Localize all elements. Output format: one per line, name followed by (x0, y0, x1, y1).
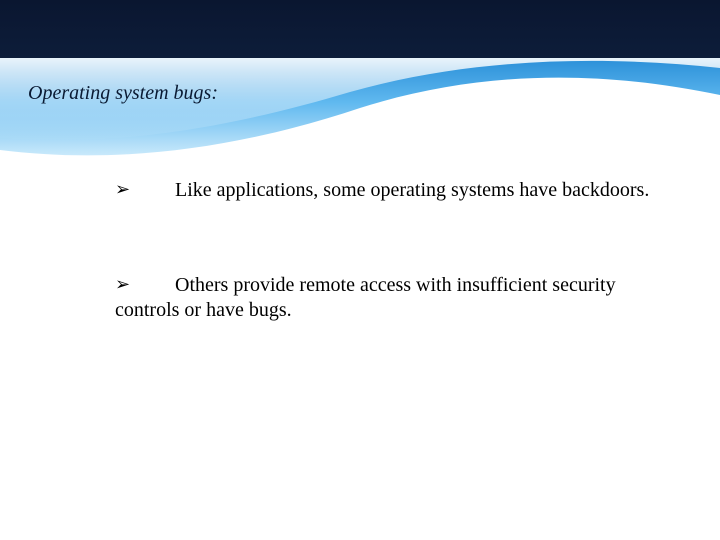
bullet-text: Like applications, some operating system… (175, 179, 649, 201)
bullet-item: ➢Like applications, some operating syste… (115, 178, 660, 203)
bullet-marker-icon: ➢ (115, 178, 175, 201)
wave-graphic (0, 0, 720, 160)
bullet-marker-icon: ➢ (115, 273, 175, 296)
bullet-item: ➢Others provide remote access with insuf… (115, 273, 660, 323)
slide-title: Operating system bugs: (28, 82, 218, 105)
content-area: ➢Like applications, some operating syste… (115, 178, 660, 393)
header-band (0, 0, 720, 160)
bullet-text: Others provide remote access with insuff… (115, 274, 616, 321)
